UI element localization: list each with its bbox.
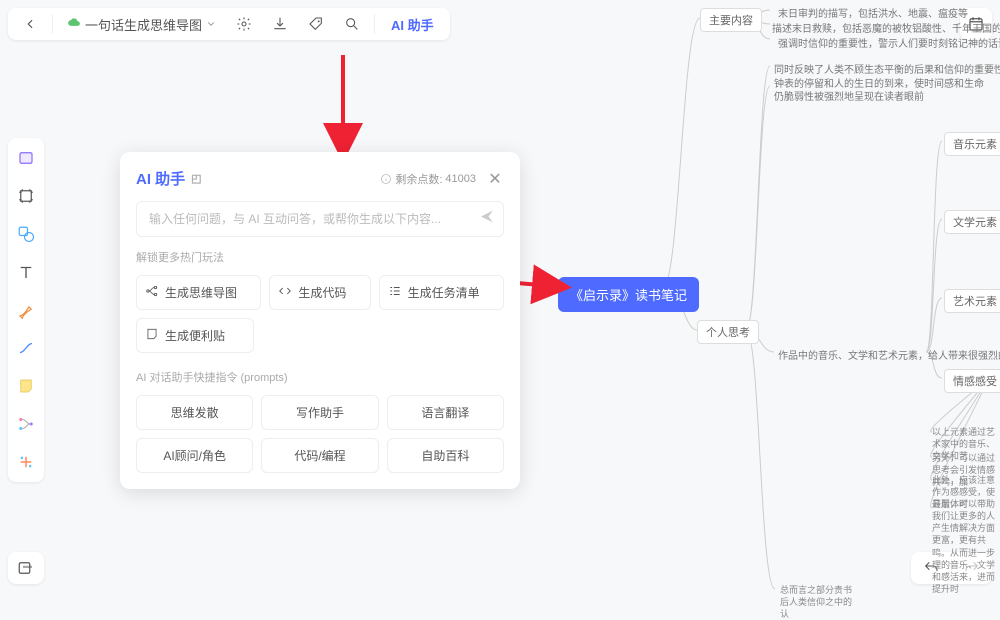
- ai-prompt-input[interactable]: [136, 201, 504, 237]
- expand-icon[interactable]: ◰: [191, 172, 201, 185]
- divider: [374, 14, 375, 34]
- mindmap-node[interactable]: 钟表的停留和人的生日的到来，使时间感和生命仍脆弱性被强烈地呈现在读者眼前: [774, 78, 984, 104]
- section-more-label: 解锁更多热门玩法: [136, 249, 504, 265]
- settings-icon[interactable]: [230, 10, 258, 38]
- action-label: 生成任务清单: [408, 284, 480, 301]
- arrow-icon: [315, 55, 375, 165]
- mindmap-node[interactable]: 描述末日救赎，包括恶魔的被牧铝酸性、千年王国的到来等: [772, 20, 1000, 35]
- prompt-coding[interactable]: 代码/编程: [261, 438, 378, 473]
- tasks-icon: [388, 284, 402, 301]
- doc-title-dropdown[interactable]: 一句话生成思维导图: [61, 15, 222, 34]
- section-prompts-label: AI 对话助手快捷指令 (prompts): [136, 369, 504, 385]
- mindmap-leaf[interactable]: 最后，可以带助我们让更多的人产生情解决方面更富，更有共鸣。从而进一步理的音乐、文…: [932, 498, 1000, 595]
- mindmap-tag-art[interactable]: 艺术元素: [944, 289, 1000, 313]
- action-label: 生成代码: [298, 284, 346, 301]
- tag-icon[interactable]: [302, 10, 330, 38]
- action-generate-sticky[interactable]: 生成便利贴: [136, 318, 254, 353]
- code-icon: [278, 284, 292, 301]
- mindmap-node[interactable]: 强调时信仰的重要性，警示人们要时刻铭记神的话语: [778, 35, 1000, 50]
- ai-assist-top-button[interactable]: AI 助手: [383, 15, 442, 34]
- tool-more[interactable]: [12, 448, 40, 476]
- send-icon[interactable]: [478, 208, 496, 231]
- back-button[interactable]: [16, 10, 44, 38]
- close-icon[interactable]: ✕: [486, 169, 504, 189]
- mindmap-tag-literature[interactable]: 文学元素: [944, 210, 1000, 234]
- prompt-diverge[interactable]: 思维发散: [136, 395, 253, 430]
- tool-sticky[interactable]: [12, 372, 40, 400]
- tool-pen[interactable]: [12, 296, 40, 324]
- tool-connector[interactable]: [12, 334, 40, 362]
- top-toolbar: 一句话生成思维导图 AI 助手: [8, 8, 450, 40]
- download-icon[interactable]: [266, 10, 294, 38]
- prompt-translate[interactable]: 语言翻译: [387, 395, 504, 430]
- tool-frame[interactable]: [12, 182, 40, 210]
- divider: [52, 14, 53, 34]
- mindmap-node[interactable]: 同时反映了人类不顾生态平衡的后果和信仰的重要性: [774, 61, 1000, 76]
- action-generate-code[interactable]: 生成代码: [269, 275, 370, 310]
- mindmap-node[interactable]: 末日审判的描写，包括洪水、地震、瘟疫等: [778, 5, 968, 20]
- mindmap-icon: [145, 284, 159, 301]
- ai-assistant-dialog: AI 助手 ◰ 剩余点数: 41003 ✕ 解锁更多热门玩法 生成思维导图 生成…: [120, 152, 520, 489]
- sticky-icon: [145, 327, 159, 344]
- mindmap-tag-emotion[interactable]: 情感感受: [944, 369, 1000, 393]
- tool-mindmap[interactable]: [12, 410, 40, 438]
- mindmap-center-node[interactable]: 《启示录》读书笔记: [558, 277, 699, 312]
- ai-dialog-title: AI 助手 ◰: [136, 168, 202, 189]
- mindmap-tag-music[interactable]: 音乐元素: [944, 132, 1000, 156]
- remaining-label: 剩余点数:: [395, 171, 442, 187]
- prompt-selfhelp[interactable]: 自助百科: [387, 438, 504, 473]
- action-label: 生成便利贴: [165, 327, 225, 344]
- mindmap-node[interactable]: 作品中的音乐、文学和艺术元素，给人带来很强烈的情感感受: [778, 347, 1000, 362]
- tool-shape[interactable]: [12, 220, 40, 248]
- action-label: 生成思维导图: [165, 284, 237, 301]
- action-generate-tasks[interactable]: 生成任务清单: [379, 275, 504, 310]
- tool-text[interactable]: [12, 258, 40, 286]
- doc-title: 一句话生成思维导图: [85, 15, 202, 34]
- cloud-icon: [67, 16, 81, 33]
- mindmap-leaf[interactable]: 总而言之部分贵书后人类信仰之中的认: [780, 584, 860, 620]
- chevron-down-icon: [206, 17, 216, 32]
- search-icon[interactable]: [338, 10, 366, 38]
- layers-panel-toggle[interactable]: [8, 552, 44, 584]
- left-tool-sidebar: [8, 138, 44, 482]
- mindmap-branch-personal[interactable]: 个人思考: [697, 320, 759, 344]
- tool-card[interactable]: [12, 144, 40, 172]
- mindmap-branch-main-content[interactable]: 主要内容: [700, 8, 762, 32]
- remaining-value: 41003: [445, 173, 476, 185]
- info-icon: 剩余点数: 41003: [380, 171, 476, 187]
- prompt-consult[interactable]: AI顾问/角色: [136, 438, 253, 473]
- ai-dialog-title-text: AI 助手: [136, 168, 185, 189]
- action-generate-mindmap[interactable]: 生成思维导图: [136, 275, 261, 310]
- prompt-writing[interactable]: 写作助手: [261, 395, 378, 430]
